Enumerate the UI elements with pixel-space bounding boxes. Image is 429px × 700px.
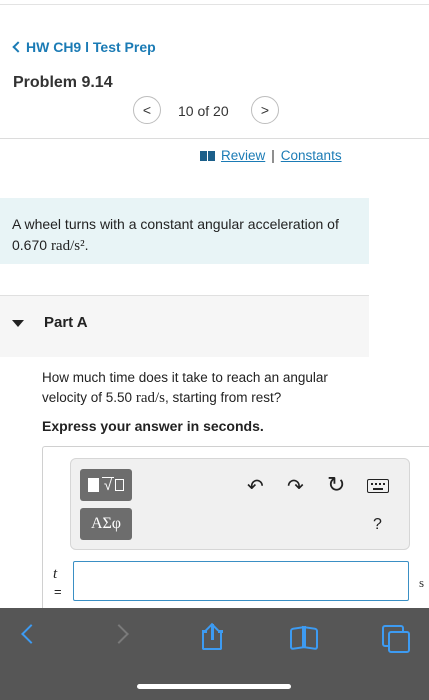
resource-links: Review | Constants	[200, 148, 342, 163]
templates-icon: √	[87, 477, 125, 493]
chevron-right-icon: >	[260, 102, 270, 118]
problem-counter: 10 of 20	[178, 103, 229, 119]
math-toolbar: √ ΑΣφ ↶ ↷ ↻ ?	[70, 458, 410, 550]
undo-icon[interactable]: ↶	[247, 477, 264, 497]
unit-label: s	[419, 575, 425, 590]
part-title: Part A	[44, 314, 88, 331]
problem-title: Problem 9.14	[13, 74, 113, 91]
link-separator: |	[271, 148, 275, 163]
templates-button[interactable]: √	[80, 469, 132, 501]
bookmarks-icon[interactable]	[290, 627, 318, 647]
caret-down-icon	[12, 320, 24, 327]
problem-statement: A wheel turns with a constant angular ac…	[0, 198, 369, 264]
symbols-button[interactable]: ΑΣφ	[80, 508, 132, 540]
chevron-left-icon: <	[142, 102, 152, 118]
answer-instruction: Express your answer in seconds.	[42, 418, 264, 434]
problem-end: .	[84, 237, 89, 253]
question-text: How much time does it take to reach an a…	[42, 369, 362, 409]
redo-icon[interactable]: ↷	[287, 477, 304, 497]
equals-label: =	[54, 584, 62, 599]
back-to-assignment-link[interactable]: HW CH9 l Test Prep	[12, 39, 156, 55]
problem-text: A wheel turns with a constant angular ac…	[12, 216, 339, 232]
previous-problem-button[interactable]: <	[133, 96, 161, 124]
top-divider	[0, 4, 429, 5]
variable-label: t	[53, 566, 58, 582]
back-link-label: HW CH9 l Test Prep	[26, 39, 156, 55]
share-icon[interactable]	[200, 622, 224, 650]
header-divider	[0, 138, 429, 139]
book-icon	[200, 150, 215, 161]
question-unit: rad/s	[135, 389, 165, 406]
home-indicator[interactable]	[137, 684, 291, 689]
help-icon[interactable]: ?	[373, 516, 382, 534]
review-link[interactable]: Review	[221, 148, 265, 163]
reset-icon[interactable]: ↻	[327, 474, 345, 496]
answer-input[interactable]	[73, 561, 409, 601]
problem-unit: rad/s²	[50, 238, 85, 254]
question-suffix: , starting from rest?	[165, 389, 282, 405]
next-problem-button[interactable]: >	[251, 96, 279, 124]
chevron-left-icon	[12, 41, 24, 53]
constants-link[interactable]: Constants	[281, 148, 342, 163]
part-a-header[interactable]: Part A	[0, 295, 369, 357]
problem-value: 0.670	[12, 237, 48, 253]
tabs-icon[interactable]	[382, 625, 410, 653]
keyboard-icon[interactable]	[367, 479, 389, 493]
